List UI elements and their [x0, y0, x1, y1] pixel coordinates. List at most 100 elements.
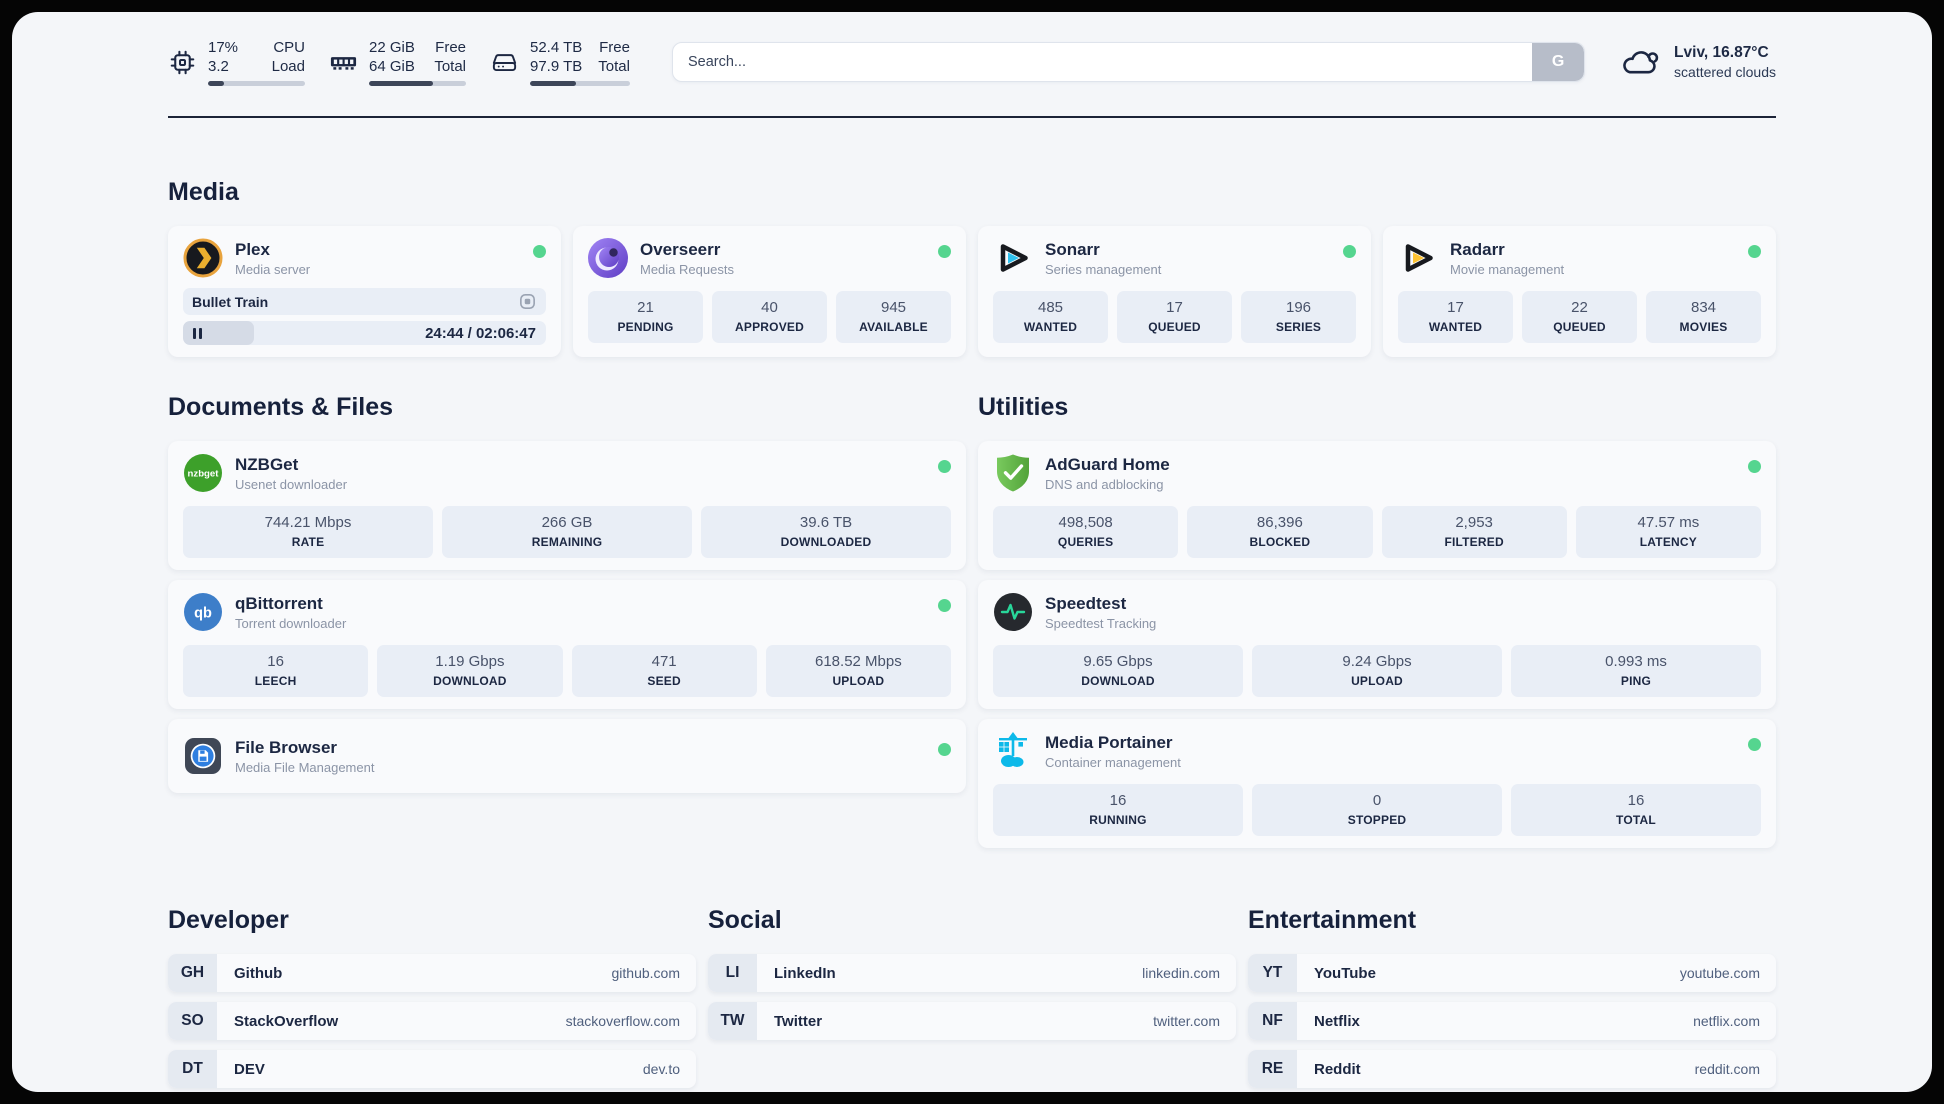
bookmark-twitter[interactable]: TW Twitter twitter.com — [708, 1002, 1236, 1040]
adguard-icon — [993, 453, 1033, 493]
stat-tile: 0 STOPPED — [1252, 784, 1502, 836]
stat-tile: 9.65 Gbps DOWNLOAD — [993, 645, 1243, 697]
qbittorrent-card[interactable]: qb qBittorrent Torrent downloader 16 LEE… — [168, 580, 966, 709]
utilities-section-title: Utilities — [978, 393, 1069, 421]
stat-tile: 22 QUEUED — [1522, 291, 1637, 343]
bookmark-youtube[interactable]: YT YouTube youtube.com — [1248, 954, 1776, 992]
weather-widget: Lviv, 16.87°C scattered clouds — [1619, 43, 1776, 81]
stat-tile: 945 AVAILABLE — [836, 291, 951, 343]
social-section-title: Social — [708, 906, 782, 934]
nzbget-card[interactable]: nzbget NZBGet Usenet downloader 744.21 M… — [168, 441, 966, 570]
radarr-card[interactable]: Radarr Movie management 17 WANTED 22 QUE… — [1383, 226, 1776, 357]
app-subtitle: Torrent downloader — [235, 615, 347, 631]
cpu-usage-label: CPU — [273, 39, 305, 56]
sonarr-card[interactable]: Sonarr Series management 485 WANTED 17 Q… — [978, 226, 1371, 357]
app-name: Media Portainer — [1045, 732, 1173, 752]
ram-free-label: Free — [435, 39, 466, 56]
bookmark-name: Github — [234, 964, 283, 982]
disk-icon — [490, 48, 519, 77]
header-divider — [168, 116, 1776, 118]
cpu-load-value: 3.2 — [208, 58, 229, 75]
bookmark-reddit[interactable]: RE Reddit reddit.com — [1248, 1050, 1776, 1088]
cpu-usage-value: 17% — [208, 39, 239, 56]
bookmark-url: linkedin.com — [1142, 965, 1220, 981]
ram-icon — [329, 48, 358, 77]
stat-tile: 17 QUEUED — [1117, 291, 1232, 343]
pause-icon — [193, 327, 203, 339]
developer-section-title: Developer — [168, 906, 289, 934]
filebrowser-card[interactable]: File Browser Media File Management — [168, 719, 966, 793]
search-engine-button[interactable]: G — [1532, 43, 1585, 81]
search-input[interactable] — [672, 43, 1533, 81]
speedtest-card[interactable]: Speedtest Speedtest Tracking 9.65 Gbps D… — [978, 580, 1776, 709]
stat-tile: 16 TOTAL — [1511, 784, 1761, 836]
bookmark-url: github.com — [611, 965, 680, 981]
sonarr-icon — [993, 238, 1033, 278]
status-online-dot — [938, 743, 951, 756]
app-subtitle: Speedtest Tracking — [1045, 615, 1157, 631]
now-playing-title: Bullet Train — [192, 293, 269, 310]
app-subtitle: DNS and adblocking — [1045, 476, 1164, 492]
ram-total-label: Total — [434, 58, 466, 75]
plex-card[interactable]: Plex Media server Bullet Train 24:44 / 0… — [168, 226, 561, 357]
bookmark-abbr: YT — [1248, 954, 1297, 992]
stat-tile: 834 MOVIES — [1646, 291, 1761, 343]
social-section: Social LI LinkedIn linkedin.com TW Twitt… — [708, 904, 1236, 1040]
app-subtitle: Usenet downloader — [235, 476, 348, 492]
stat-tile: 498,508 QUERIES — [993, 506, 1179, 558]
bookmark-github[interactable]: GH Github github.com — [168, 954, 696, 992]
top-bar: 17% CPU 3.2 Load 22 GiB Free 64 GiB Tota… — [168, 30, 1776, 94]
stat-tile: 2,953 FILTERED — [1381, 506, 1567, 558]
status-online-dot — [938, 245, 951, 258]
bookmark-dev[interactable]: DT DEV dev.to — [168, 1050, 696, 1088]
disk-metric: 52.4 TB Free 97.9 TB Total — [490, 38, 630, 86]
bookmark-linkedin[interactable]: LI LinkedIn linkedin.com — [708, 954, 1236, 992]
stat-tile: 39.6 TB DOWNLOADED — [701, 506, 951, 558]
disk-free-label: Free — [599, 39, 630, 56]
stat-tile: 9.24 Gbps UPLOAD — [1252, 645, 1502, 697]
ram-free-value: 22 GiB — [369, 39, 415, 56]
svg-text:nzbget: nzbget — [188, 468, 220, 479]
app-name: File Browser — [235, 737, 338, 757]
overseerr-card[interactable]: Overseerr Media Requests 21 PENDING 40 A… — [573, 226, 966, 357]
stat-tile: 266 GB REMAINING — [442, 506, 692, 558]
entertainment-section-title: Entertainment — [1248, 906, 1417, 934]
disk-total-value: 97.9 TB — [530, 58, 583, 75]
app-subtitle: Movie management — [1450, 261, 1565, 277]
bookmark-name: Netflix — [1314, 1012, 1360, 1030]
stat-tile: 47.57 ms LATENCY — [1575, 506, 1761, 558]
stat-tile: 196 SERIES — [1241, 291, 1356, 343]
utilities-section: Utilities AdGuard Home DNS and adblockin… — [978, 391, 1776, 848]
overseerr-icon — [588, 238, 628, 278]
bookmark-name: Reddit — [1314, 1060, 1361, 1078]
stat-tile: 86,396 BLOCKED — [1187, 506, 1373, 558]
qbittorrent-icon: qb — [183, 592, 223, 632]
app-subtitle: Series management — [1045, 261, 1162, 277]
app-name: qBittorrent — [235, 593, 323, 613]
app-subtitle: Container management — [1045, 754, 1181, 770]
stat-tile: 485 WANTED — [993, 291, 1108, 343]
bookmark-url: twitter.com — [1153, 1013, 1220, 1029]
bookmark-abbr: NF — [1248, 1002, 1297, 1040]
disk-total-label: Total — [598, 58, 630, 75]
app-name: Radarr — [1450, 239, 1505, 259]
bookmark-abbr: TW — [708, 1002, 757, 1040]
radarr-icon — [1398, 238, 1438, 278]
stat-tile: 16 RUNNING — [993, 784, 1243, 836]
nzbget-icon: nzbget — [183, 453, 223, 493]
bookmark-netflix[interactable]: NF Netflix netflix.com — [1248, 1002, 1776, 1040]
bookmark-stackoverflow[interactable]: SO StackOverflow stackoverflow.com — [168, 1002, 696, 1040]
portainer-card[interactable]: Media Portainer Container management 16 … — [978, 719, 1776, 848]
bookmark-url: netflix.com — [1693, 1013, 1760, 1029]
search-box: G — [671, 42, 1586, 82]
cpu-metric: 17% CPU 3.2 Load — [168, 38, 305, 86]
cpu-progress-bar — [208, 81, 305, 86]
svg-text:qb: qb — [194, 606, 212, 622]
bookmark-url: reddit.com — [1694, 1061, 1760, 1077]
adguard-card[interactable]: AdGuard Home DNS and adblocking 498,508 … — [978, 441, 1776, 570]
stat-tile: 744.21 Mbps RATE — [183, 506, 433, 558]
bookmark-name: DEV — [234, 1060, 265, 1078]
bookmark-name: StackOverflow — [234, 1012, 339, 1030]
documents-section-title: Documents & Files — [168, 393, 394, 421]
playback-time: 24:44 / 02:06:47 — [425, 324, 536, 342]
